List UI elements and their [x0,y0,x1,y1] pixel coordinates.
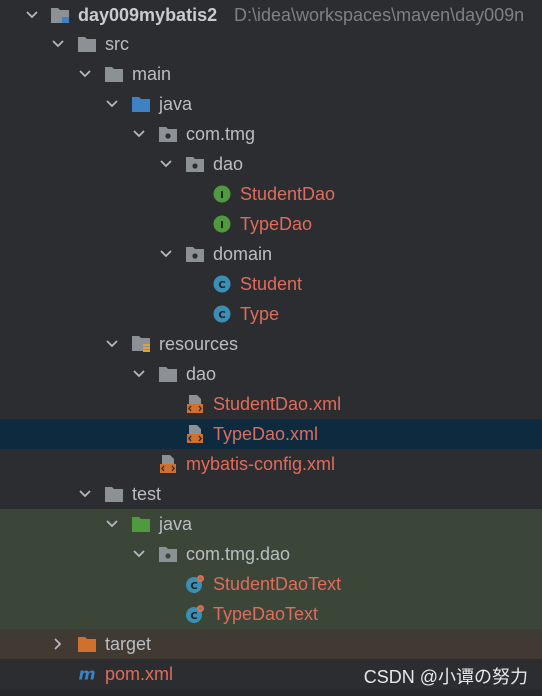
tree-row-test[interactable]: test [0,479,542,509]
tree-row-resources[interactable]: resources [0,329,542,359]
xml-file-icon [185,424,205,444]
tree-row-package-com-tmg[interactable]: com.tmg [0,119,542,149]
tree-row-target[interactable]: target [0,629,542,659]
class-icon: C [212,274,232,294]
tree-row-student-dao[interactable]: I StudentDao [0,179,542,209]
interface-icon: I [212,214,232,234]
svg-text:I: I [220,220,224,231]
svg-text:I: I [220,190,224,201]
chevron-down-icon[interactable] [131,126,147,142]
test-class-icon: C [185,604,205,624]
tree-label: main [132,64,172,84]
project-tree: day009mybatis2 D:\idea\workspaces\maven\… [0,0,542,696]
package-icon [158,124,178,144]
tree-row-java-test[interactable]: java [0,509,542,539]
interface-icon: I [212,184,232,204]
class-icon: C [212,304,232,324]
tree-label: target [105,634,152,654]
tree-row-mybatis-config[interactable]: mybatis-config.xml [0,449,542,479]
tree-label: StudentDao.xml [213,394,342,414]
xml-file-icon [185,394,205,414]
project-name: day009mybatis2 [78,5,218,25]
tree-row-package-domain[interactable]: domain [0,239,542,269]
bottom-divider [0,690,542,696]
tree-label: TypeDaoText [213,604,319,624]
svg-text:m: m [78,664,95,683]
chevron-down-icon[interactable] [50,36,66,52]
svg-text:C: C [218,310,225,321]
excluded-folder-icon [77,634,97,654]
tree-label: dao [186,364,217,384]
source-folder-icon [131,94,151,114]
tree-row-package-com-tmg-dao[interactable]: com.tmg.dao [0,539,542,569]
tree-row-main[interactable]: main [0,59,542,89]
chevron-down-icon[interactable] [77,486,93,502]
tree-label: domain [213,244,273,264]
tree-row-type-dao[interactable]: I TypeDao [0,209,542,239]
chevron-down-icon[interactable] [104,96,120,112]
tree-label: java [159,514,193,534]
tree-row-type-dao-text[interactable]: C TypeDaoText [0,599,542,629]
svg-text:C: C [218,280,225,291]
module-folder-icon [50,5,70,25]
tree-label: pom.xml [105,664,174,684]
folder-icon [158,364,178,384]
maven-icon: m [77,664,97,684]
tree-row-java-source[interactable]: java [0,89,542,119]
chevron-down-icon[interactable] [104,516,120,532]
tree-label: TypeDao [240,214,313,234]
tree-row-student-dao-text[interactable]: C StudentDaoText [0,569,542,599]
watermark: CSDN @小谭の努力 [363,667,528,687]
chevron-down-icon[interactable] [131,546,147,562]
tree-label: dao [213,154,244,174]
chevron-down-icon[interactable] [158,156,174,172]
tree-label: com.tmg [186,124,256,144]
tree-label: Student [240,274,303,294]
test-class-icon: C [185,574,205,594]
tree-row-src[interactable]: src [0,29,542,59]
tree-row-student-dao-xml[interactable]: StudentDao.xml [0,389,542,419]
package-icon [185,154,205,174]
tree-row-project[interactable]: day009mybatis2 D:\idea\workspaces\maven\… [0,0,542,30]
svg-text:C: C [190,581,197,592]
project-path: D:\idea\workspaces\maven\day009n [234,5,525,25]
xml-file-icon [158,454,178,474]
tree-label: java [159,94,193,114]
chevron-down-icon[interactable] [158,246,174,262]
tree-label: src [105,34,129,54]
package-icon [185,244,205,264]
tree-row-package-dao[interactable]: dao [0,149,542,179]
resources-folder-icon [131,334,151,354]
test-source-folder-icon [131,514,151,534]
tree-label: mybatis-config.xml [186,454,336,474]
folder-icon [104,484,124,504]
chevron-down-icon[interactable] [77,66,93,82]
folder-icon [77,34,97,54]
tree-label: test [132,484,162,504]
chevron-right-icon[interactable] [50,636,66,652]
tree-label: com.tmg.dao [186,544,291,564]
tree-label: StudentDao [240,184,336,204]
tree-label: Type [240,304,280,324]
svg-text:C: C [190,611,197,622]
tree-row-type[interactable]: C Type [0,299,542,329]
chevron-down-icon[interactable] [131,366,147,382]
chevron-down-icon[interactable] [104,336,120,352]
tree-label: resources [159,334,239,354]
chevron-down-icon[interactable] [24,7,40,23]
tree-row-student[interactable]: C Student [0,269,542,299]
tree-row-type-dao-xml[interactable]: TypeDao.xml [0,419,542,449]
tree-label: TypeDao.xml [213,424,319,444]
tree-row-dao-folder[interactable]: dao [0,359,542,389]
folder-icon [104,64,124,84]
tree-label: StudentDaoText [213,574,342,594]
package-icon [158,544,178,564]
